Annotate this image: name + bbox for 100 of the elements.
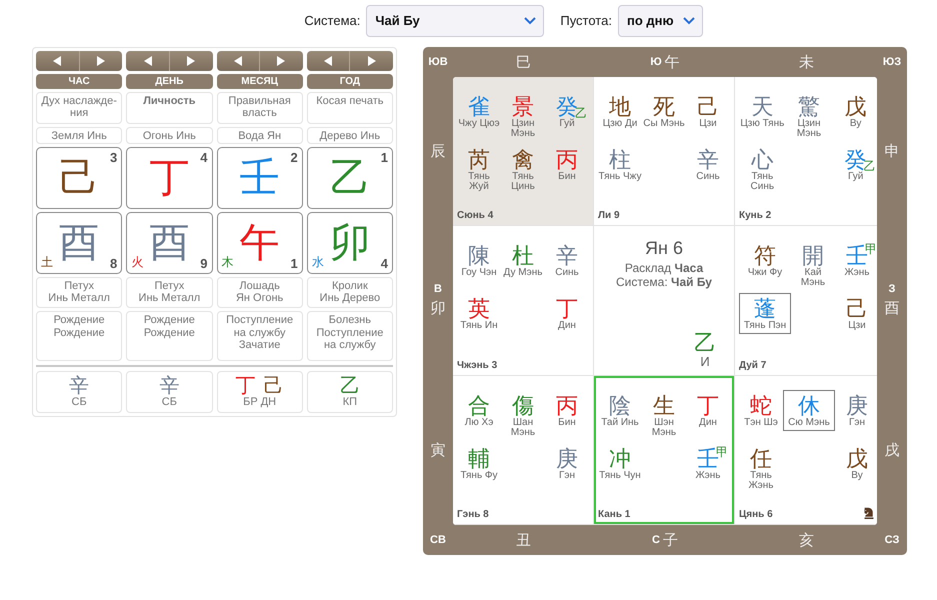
star-glyph: 符 bbox=[754, 244, 776, 268]
element-cell: Дерево Инь bbox=[306, 127, 393, 144]
animal-element: Ян Огонь bbox=[236, 292, 284, 304]
element-glyph: 水 bbox=[312, 254, 324, 271]
star-name: Тянь Цинь bbox=[510, 172, 536, 192]
stem-mark: 甲 bbox=[716, 444, 728, 459]
system-label: Система: bbox=[304, 13, 360, 28]
star-glyph: 庚 bbox=[556, 446, 578, 471]
star-glyph: 生 bbox=[653, 394, 675, 418]
branch-label: 巳 bbox=[516, 52, 532, 72]
void-label: Пустота: bbox=[560, 13, 612, 28]
star-glyph: 冲 bbox=[609, 446, 631, 471]
branch-number: 4 bbox=[380, 256, 388, 271]
animal-element: Инь Металл bbox=[138, 292, 200, 304]
star-glyph: 心 bbox=[751, 148, 774, 172]
star-name: Цзи bbox=[698, 119, 718, 129]
branch-label: 亥 bbox=[798, 530, 814, 550]
star-glyph: 雀 bbox=[468, 95, 490, 119]
star-glyph: 辛 bbox=[556, 244, 578, 268]
stage-text: Болезнь bbox=[328, 314, 371, 326]
void-select[interactable]: по дню bbox=[618, 4, 703, 36]
left-triangle-icon bbox=[142, 55, 154, 67]
palace-name: Чжэнь 3 bbox=[457, 360, 498, 371]
star-glyph: 陰 bbox=[609, 394, 631, 418]
star-glyph: 蓬 bbox=[754, 297, 776, 322]
star-glyph: 戊 bbox=[846, 446, 868, 471]
animal-element: Инь Дерево bbox=[320, 292, 380, 304]
palace-cell[interactable]: 地 Цзю Ди 死 Сы Мэнь 己 Цзи 柱 Тянь Чжу 辛 Синь Ли 9 bbox=[594, 77, 735, 226]
star-name: Цзю Ди bbox=[602, 119, 638, 129]
role-cell: Дух наслажде-ния bbox=[36, 92, 122, 124]
stage-text: Рождение bbox=[144, 314, 195, 326]
star-glyph: 乙 bbox=[694, 330, 716, 355]
star-name: И bbox=[700, 354, 710, 369]
star-name: Тянь Жуй bbox=[467, 172, 491, 192]
star-name: Тянь Чун bbox=[598, 470, 642, 481]
palace-name: Кунь 2 bbox=[739, 210, 772, 222]
star-glyph: 丁 bbox=[697, 394, 719, 418]
stage-text: Зачатие bbox=[238, 339, 280, 352]
star-glyph: 戊 bbox=[844, 95, 867, 119]
branch-label: 戌 bbox=[884, 440, 900, 460]
star-glyph: 禽 bbox=[512, 148, 534, 172]
hidden-stem-glyph: 辛 bbox=[69, 376, 90, 396]
star-name: Ву bbox=[850, 470, 864, 481]
star-glyph: 丙 bbox=[556, 148, 578, 172]
star-name: Гэн bbox=[848, 418, 866, 428]
star-glyph: 死 bbox=[653, 95, 675, 119]
star-name: Ду Мэнь bbox=[502, 268, 544, 278]
star-name: Тянь Ин bbox=[459, 321, 499, 332]
star-name: Тянь Фу bbox=[459, 470, 499, 481]
palace-cell[interactable]: 陳 Гоу Чэн 杜 Ду Мэнь 辛 Синь 英 Тянь Ин 丁 Дин Чжэнь 3 bbox=[453, 226, 594, 376]
element-glyph: 火 bbox=[131, 254, 144, 271]
branch-label: 酉 bbox=[884, 299, 900, 318]
element-cell: Земля Инь bbox=[36, 127, 122, 144]
pillar-title: ГОД bbox=[306, 74, 393, 89]
hidden-stem-glyph: 己 bbox=[264, 376, 284, 396]
star-name: Синь bbox=[554, 268, 580, 278]
hidden-stem-label: СБ bbox=[72, 396, 87, 408]
branch-glyph: 酉 bbox=[149, 223, 190, 263]
star-name: Жэнь bbox=[694, 470, 722, 481]
system-select[interactable]: Чай Бу bbox=[366, 4, 544, 36]
palace-name: Кань 1 bbox=[598, 508, 630, 520]
direction-label: С bbox=[652, 534, 660, 546]
branch-label: 申 bbox=[884, 142, 900, 162]
star-name: Цзю Тянь bbox=[740, 119, 784, 129]
element-glyph: 土 bbox=[41, 254, 53, 271]
element-glyph: 木 bbox=[222, 254, 234, 271]
corner-label: ЮВ bbox=[427, 55, 449, 70]
corner-label: СЗ bbox=[884, 533, 900, 548]
star-glyph: 任 bbox=[750, 446, 772, 471]
hidden-stem-glyph: 辛 bbox=[159, 376, 180, 396]
star-name: Дин bbox=[557, 321, 577, 332]
star-name: Чжи Фу bbox=[746, 268, 784, 278]
star-glyph: 陳 bbox=[468, 244, 490, 268]
palace-cell[interactable]: 合 Лю Хэ 傷 Шан Мэнь 丙 Бин 輔 Тянь Фу 庚 Гэн Гэнь 8 bbox=[453, 376, 594, 525]
chevron-down-icon bbox=[523, 16, 538, 26]
left-triangle-icon bbox=[232, 55, 244, 67]
star-glyph: 丁 bbox=[556, 297, 578, 322]
stem-mark: 乙 bbox=[575, 106, 587, 122]
star-name: Ву bbox=[848, 119, 862, 129]
palace-cell[interactable]: 蛇 Тэн Шэ 休 Сю Мэнь 庚 Гэн 任 Тянь Жэнь 戊 Ву Цянь 6 bbox=[735, 376, 877, 525]
star-name: Шан Мэнь bbox=[510, 418, 536, 438]
chart-info: Система: Чай Бу bbox=[616, 275, 712, 290]
role-cell: Личность bbox=[126, 92, 212, 124]
branch-label: 午 bbox=[664, 52, 680, 72]
star-name: Тянь Синь bbox=[750, 172, 776, 192]
star-glyph: 辛 bbox=[697, 148, 719, 172]
stem-mark: 甲 bbox=[865, 241, 877, 256]
branch-glyph: 卯 bbox=[330, 223, 370, 263]
animal-name: Петух bbox=[154, 280, 184, 292]
star-name: Тэн Шэ bbox=[743, 418, 779, 428]
branch-number: 8 bbox=[110, 256, 118, 271]
pillar-title: МЕСЯЦ bbox=[216, 74, 303, 89]
stem-number: 2 bbox=[290, 150, 298, 165]
star-name: Тянь Пэн bbox=[743, 321, 787, 332]
star-name: Сы Мэнь bbox=[642, 119, 686, 129]
star-name: Лю Хэ bbox=[464, 418, 494, 428]
palace-name: Гэнь 8 bbox=[457, 508, 489, 520]
star-name: Шэн Мэнь bbox=[650, 418, 678, 438]
star-name: Цзин Мэнь bbox=[796, 119, 822, 139]
star-name: Цзи bbox=[847, 321, 867, 332]
